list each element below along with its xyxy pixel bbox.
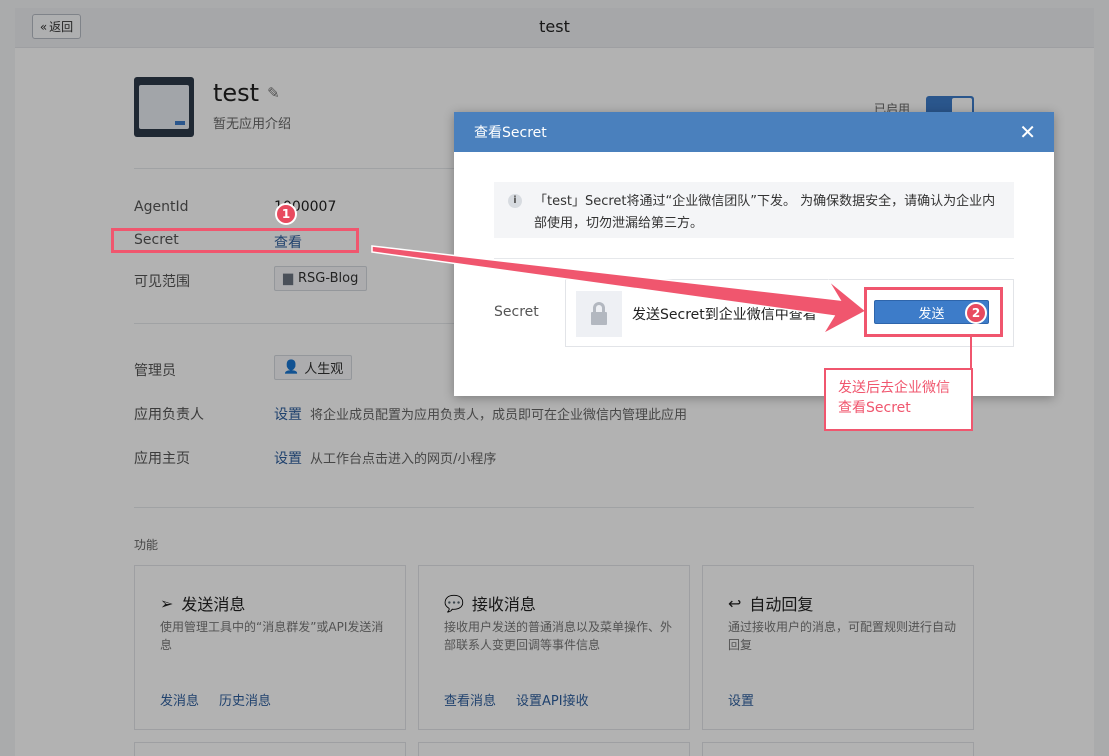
info-icon: i	[508, 194, 522, 208]
modal-secret-label: Secret	[494, 304, 539, 320]
annotation-badge-1: 1	[275, 203, 297, 225]
annotation-badge-2: 2	[965, 302, 987, 324]
annotation-callout: 发送后去企业微信查看Secret	[824, 368, 973, 431]
lock-icon	[576, 291, 622, 337]
divider	[494, 258, 1014, 259]
modal-header: 查看Secret ✕	[454, 112, 1054, 152]
annotation-box-secret	[111, 228, 359, 253]
close-icon[interactable]: ✕	[1019, 120, 1036, 144]
security-notice: i 「test」Secret将通过“企业微信团队”下发。 为确保数据安全，请确认…	[494, 182, 1014, 238]
modal-title: 查看Secret	[474, 125, 547, 141]
view-secret-modal: 查看Secret ✕ i 「test」Secret将通过“企业微信团队”下发。 …	[454, 112, 1054, 396]
secret-delivery-text: 发送Secret到企业微信中查看	[632, 307, 817, 323]
